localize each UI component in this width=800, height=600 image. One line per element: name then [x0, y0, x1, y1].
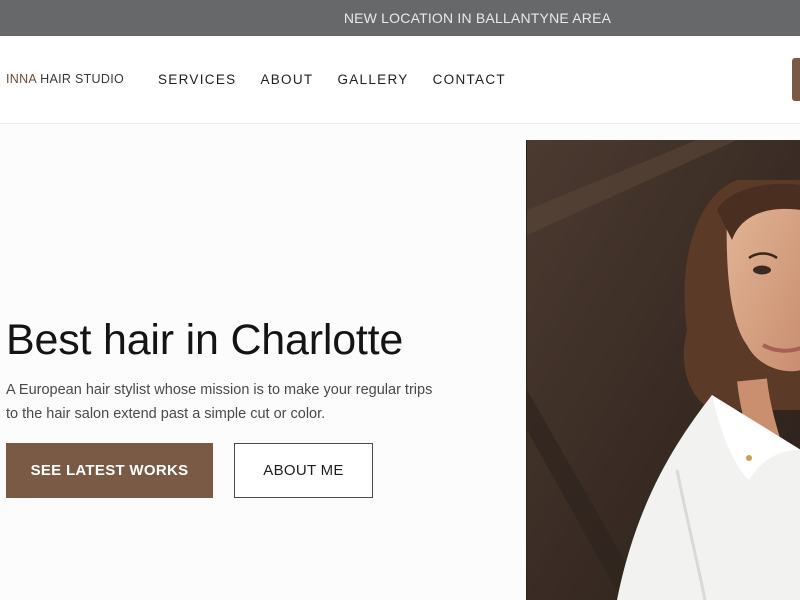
nav-item-services[interactable]: SERVICES [158, 72, 236, 87]
announcement-text: NEW LOCATION IN BALLANTYNE AREA [343, 10, 612, 26]
hero-title: Best hair in Charlotte [6, 316, 404, 364]
site-header: INNA HAIR STUDIO SERVICES ABOUT GALLERY … [0, 36, 800, 124]
brand-logo[interactable]: INNA HAIR STUDIO [6, 72, 124, 86]
brand-name-strong: INNA [6, 72, 37, 86]
see-latest-works-button[interactable]: SEE LATEST WORKS [6, 443, 213, 498]
announcement-bar: NEW LOCATION IN BALLANTYNE AREA [0, 0, 800, 36]
nav-item-contact[interactable]: CONTACT [433, 72, 506, 87]
main-nav: SERVICES ABOUT GALLERY CONTACT [158, 72, 506, 87]
header-cta-button[interactable] [792, 58, 800, 101]
nav-item-about[interactable]: ABOUT [260, 72, 313, 87]
about-me-button[interactable]: ABOUT ME [234, 443, 373, 498]
hero-subtitle: A European hair stylist whose mission is… [6, 382, 433, 422]
brand-name-rest: HAIR STUDIO [36, 72, 125, 86]
hero-portrait-image [526, 140, 800, 600]
nav-item-gallery[interactable]: GALLERY [337, 72, 408, 87]
portrait-illustration [527, 140, 800, 600]
